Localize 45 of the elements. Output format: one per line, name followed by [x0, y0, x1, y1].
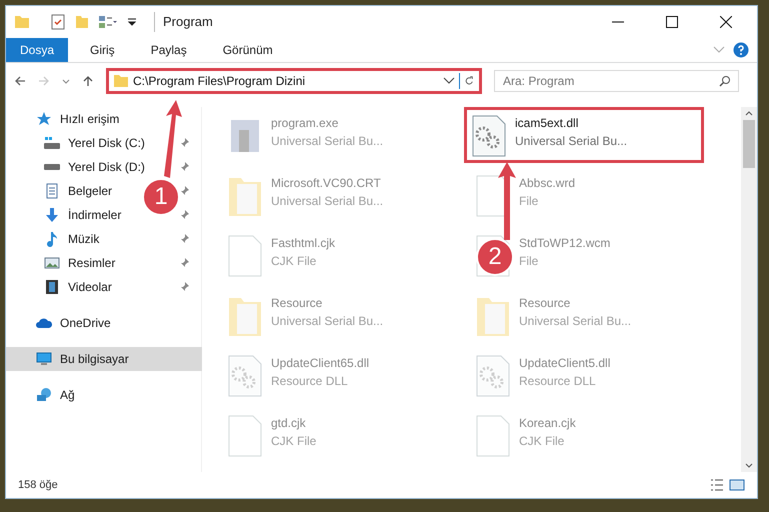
file-type: Universal Serial Bu... [519, 313, 632, 330]
file-type: Resource DLL [271, 373, 349, 390]
sidebar-item[interactable]: Hızlı erişim [6, 107, 124, 131]
ribbon-tab[interactable]: Paylaş [136, 38, 201, 62]
file-type: Universal Serial Bu... [515, 133, 628, 150]
search-field[interactable]: Ara: Program [494, 70, 739, 92]
file-type: File [519, 253, 540, 270]
file-type: File [519, 193, 540, 210]
sidebar-item[interactable]: İndirmeler [6, 203, 126, 227]
sidebar-item[interactable]: Yerel Disk (D:) [6, 155, 149, 179]
address-path: C:\Program Files\Program Dizini [133, 73, 306, 90]
file-type: Universal Serial Bu... [271, 313, 384, 330]
sidebar-label: Bu bilgisayar [60, 351, 129, 368]
file-type: CJK File [271, 433, 316, 450]
ribbon-tab[interactable]: Giriş [76, 38, 129, 62]
ribbon-tab[interactable]: Dosya [6, 38, 68, 62]
sidebar-item[interactable]: Videolar [6, 275, 116, 299]
sidebar-item[interactable]: Resimler [6, 251, 120, 275]
sidebar-label: Ağ [60, 387, 75, 404]
sidebar-label: Yerel Disk (C:) [68, 135, 145, 152]
sidebar-item[interactable]: Müzik [6, 227, 104, 251]
sidebar-label: Hızlı erişim [60, 111, 120, 128]
sidebar-item[interactable]: Bu bilgisayar [6, 347, 202, 371]
file-type: CJK File [271, 253, 318, 270]
ribbon-tab[interactable]: Görünüm [208, 38, 287, 62]
sidebar-label: Yerel Disk (D:) [68, 159, 145, 176]
sidebar-label: İndirmeler [68, 207, 122, 224]
window-title: Program [154, 12, 213, 32]
sidebar-item[interactable]: OneDrive [6, 311, 115, 335]
item-count: 158 öğe [18, 478, 59, 493]
file-type: Universal Serial Bu... [271, 133, 384, 150]
selection-frame[interactable]: icam5ext.dll Universal Serial Bu... [464, 107, 704, 163]
file-type: CJK File [519, 433, 566, 450]
sidebar-label: Müzik [68, 231, 100, 248]
sidebar-label: Resimler [68, 255, 116, 272]
address-bar[interactable]: C:\Program Files\Program Dizini [106, 68, 482, 94]
sidebar-label: Belgeler [68, 183, 112, 200]
sidebar-item[interactable]: Ağ [6, 383, 79, 407]
file-name[interactable]: icam5ext.dll [515, 114, 628, 132]
sidebar-label: Videolar [68, 279, 112, 296]
sidebar-item[interactable]: Yerel Disk (C:) [6, 131, 149, 155]
file-type: Resource DLL [519, 373, 597, 390]
sidebar-label: OneDrive [60, 315, 111, 332]
sidebar-item[interactable]: Belgeler [6, 179, 116, 203]
file-type: Universal Serial Bu... [271, 193, 384, 210]
